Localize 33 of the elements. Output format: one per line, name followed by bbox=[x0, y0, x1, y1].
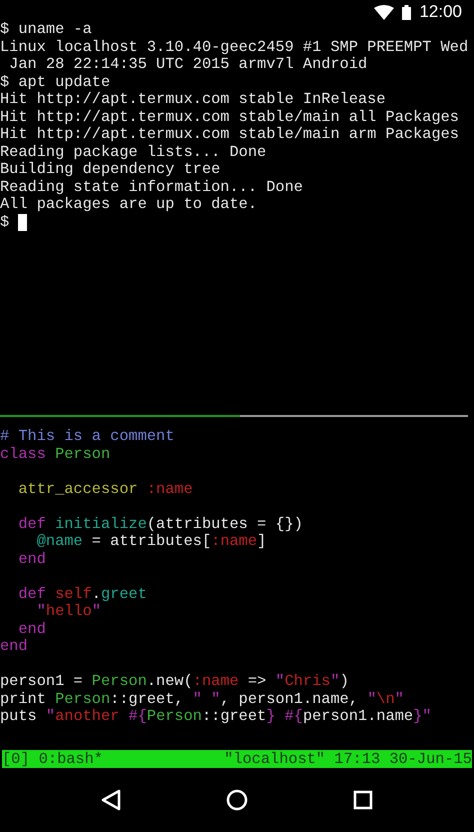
clock: 12:00 bbox=[419, 1, 462, 24]
terminal-line: Linux localhost 3.10.40-geec2459 #1 SMP PREEMPT Wed bbox=[0, 38, 468, 56]
code-line: end bbox=[0, 638, 28, 656]
terminal-line: Reading state information... Done bbox=[0, 178, 303, 196]
terminal-line: Jan 28 22:14:35 UTC 2015 armv7l Android bbox=[8, 56, 368, 74]
terminal-line: Hit http://apt.termux.com stable/main all Packages bbox=[0, 108, 459, 126]
back-icon[interactable] bbox=[100, 789, 121, 811]
code-line: end bbox=[17, 620, 46, 638]
terminal-line: All packages are up to date. bbox=[0, 196, 258, 214]
code-line: def initialize(attributes = {}) bbox=[17, 516, 303, 533]
code-line: person1 = Person.new(:name => "Chris") bbox=[0, 673, 349, 690]
code-line: class Person bbox=[0, 446, 110, 463]
code-line: attr_accessor :name bbox=[17, 480, 193, 498]
host-time-label: "localhost" 17:13 30-Jun-15 bbox=[224, 750, 472, 768]
code-line: puts "another #{Person::greet} #{person1.name}" bbox=[0, 708, 432, 726]
terminal-line: Hit http://apt.termux.com stable/main arm Packages bbox=[0, 126, 459, 144]
terminal-line: $ apt update bbox=[0, 74, 110, 91]
code-line: end bbox=[17, 550, 46, 568]
code-line: def self.greet bbox=[17, 586, 147, 603]
terminal-line: Building dependency tree bbox=[0, 161, 220, 178]
wifi-icon bbox=[374, 4, 394, 20]
code-line: print Person::greet, " ", person1.name, "\n" bbox=[0, 690, 404, 708]
code-line: "hello" bbox=[36, 603, 101, 620]
terminal-line: $ uname -a bbox=[0, 21, 92, 38]
code-line: @name = attributes[:name] bbox=[36, 533, 266, 550]
terminal-line: $ bbox=[0, 214, 10, 231]
terminal-line: Reading package lists... Done bbox=[0, 144, 266, 161]
terminal-line: Hit http://apt.termux.com stable InRelease bbox=[0, 91, 386, 108]
home-icon[interactable] bbox=[226, 789, 248, 811]
session-label: [0] 0:bash* bbox=[2, 750, 103, 768]
recents-icon[interactable] bbox=[353, 790, 374, 810]
battery-icon bbox=[402, 4, 412, 20]
code-line: # This is a comment bbox=[0, 428, 174, 446]
